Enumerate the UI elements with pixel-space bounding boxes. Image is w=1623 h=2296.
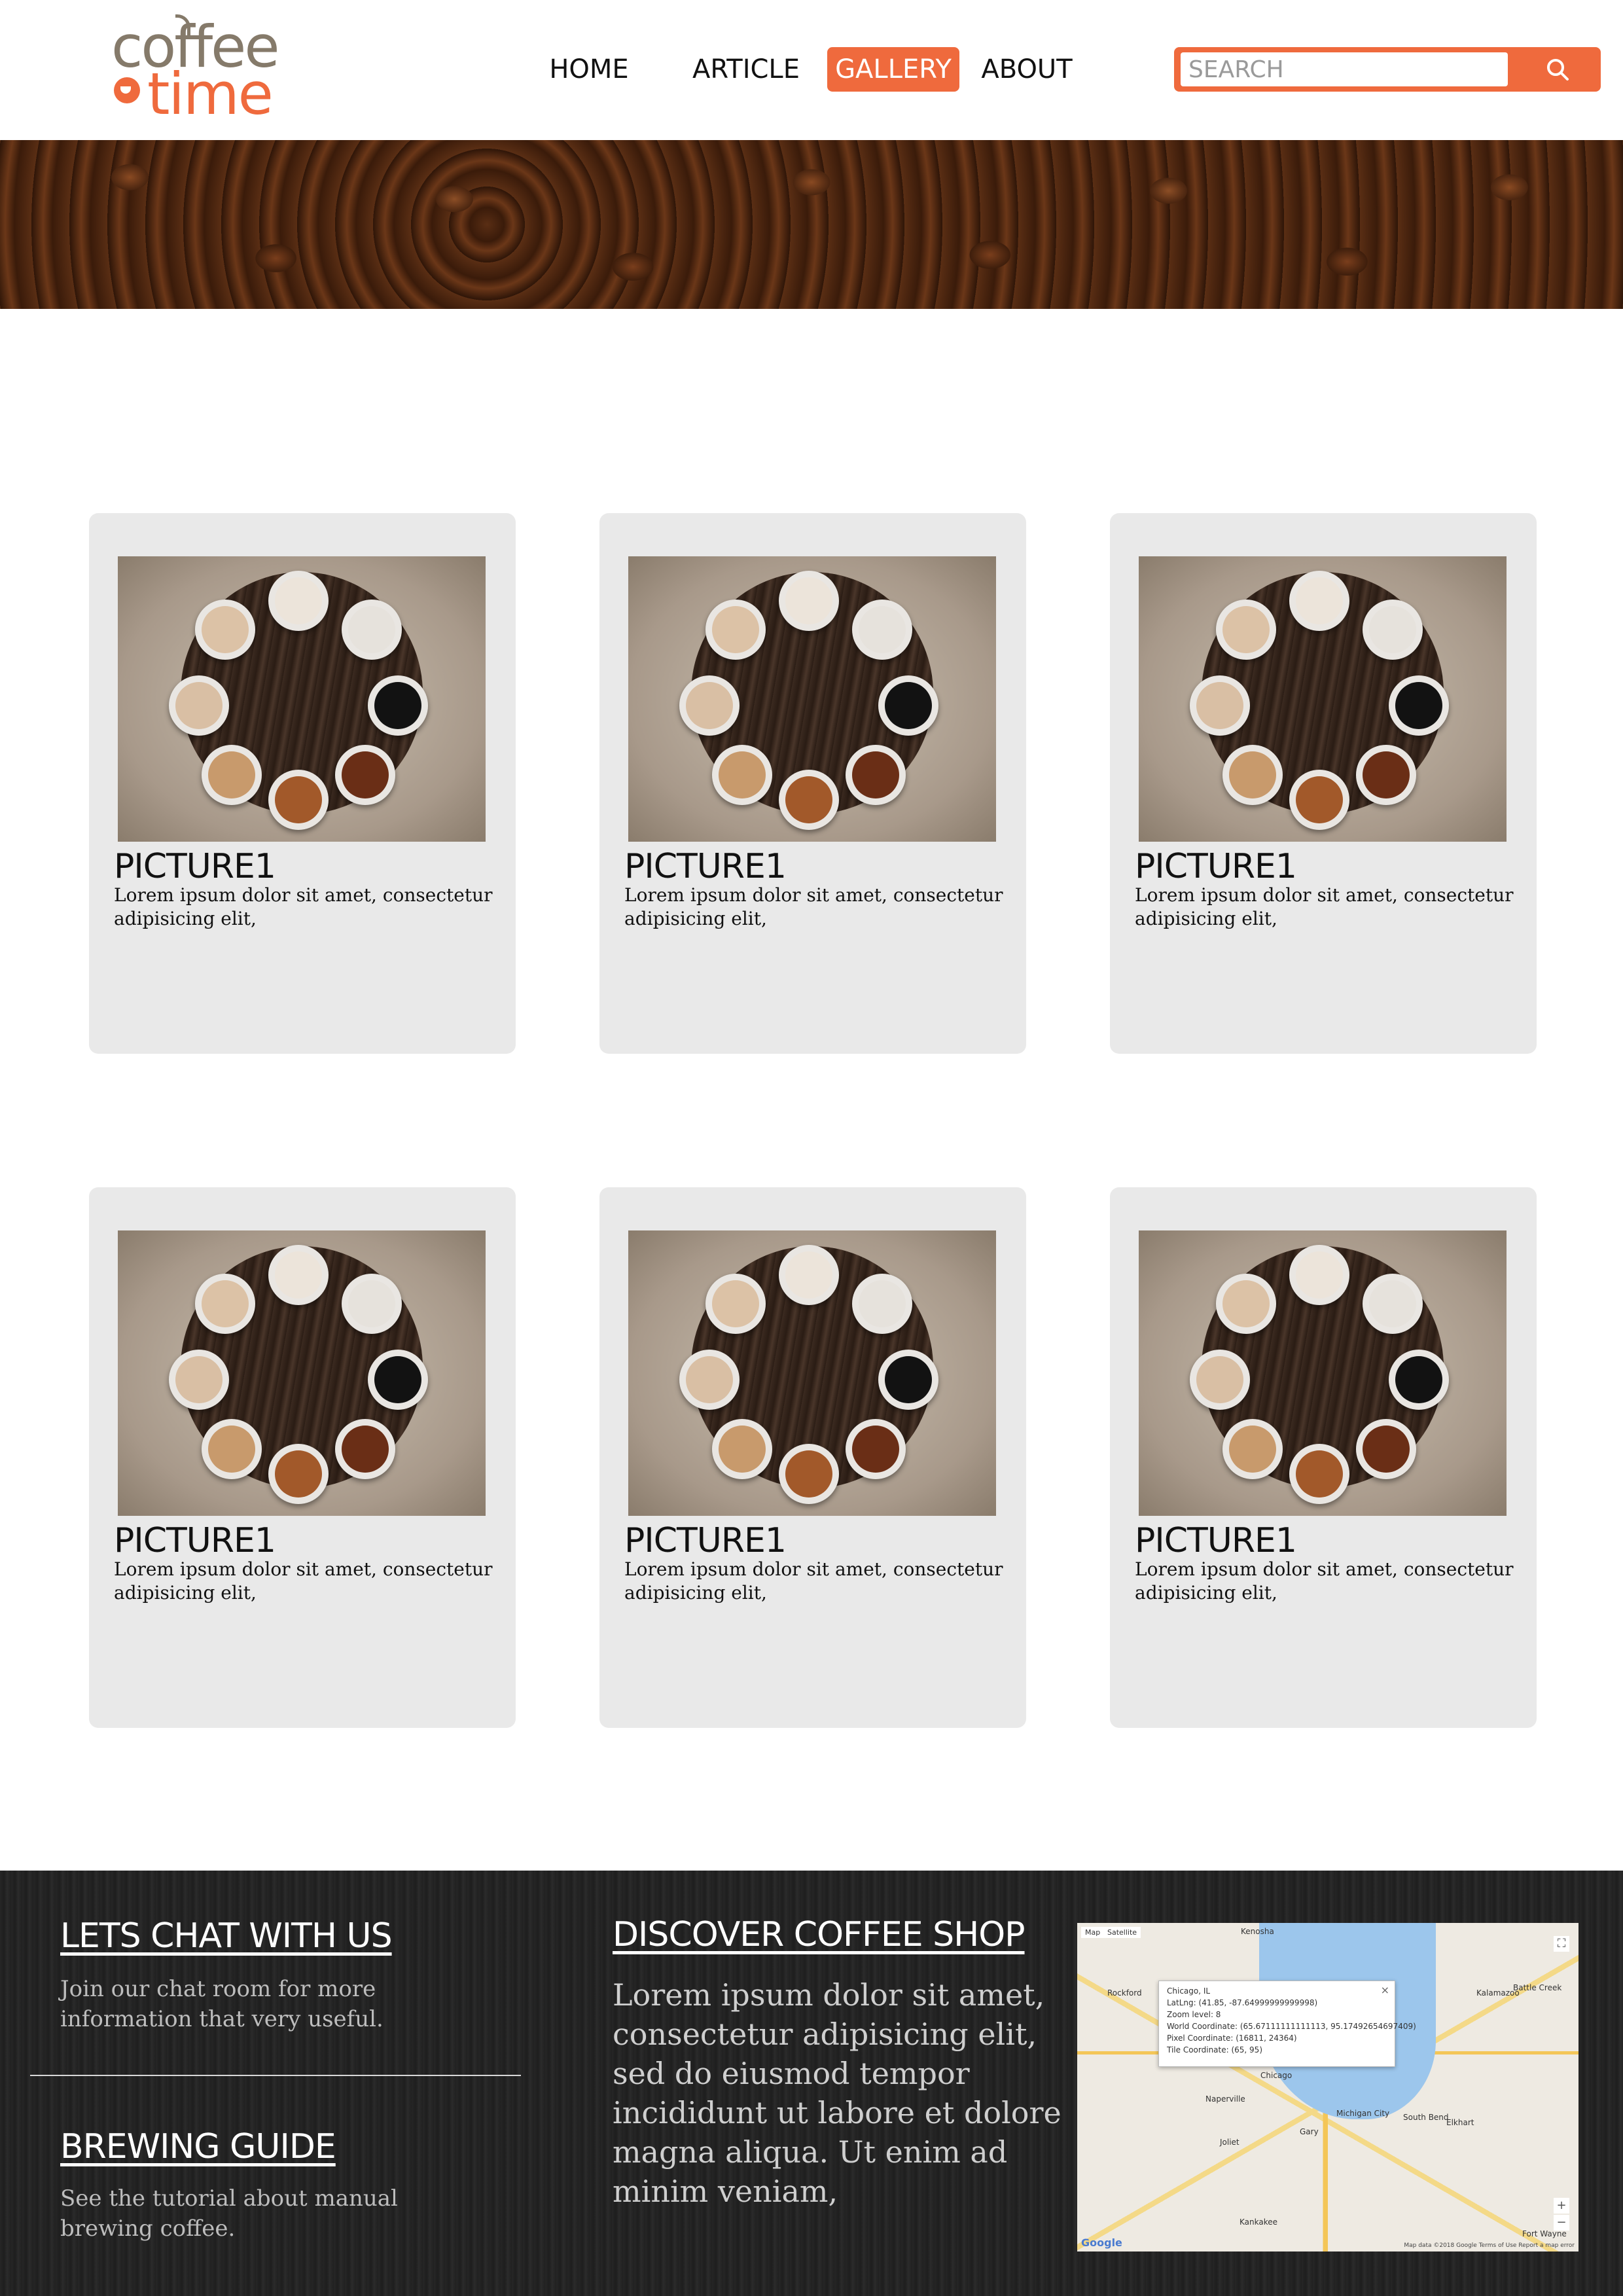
gallery-card[interactable]: PICTURE1 Lorem ipsum dolor sit amet, con… (1110, 513, 1537, 1054)
map-city-label: Chicago (1260, 2071, 1293, 2080)
gallery-card[interactable]: PICTURE1 Lorem ipsum dolor sit amet, con… (1110, 1187, 1537, 1728)
map-info-window: × Chicago, IL LatLng: (41.85, -87.649999… (1158, 1981, 1416, 2067)
popup-line: Chicago, IL (1167, 1986, 1211, 1996)
map-city-label: Kankakee (1240, 2217, 1277, 2227)
logo-word-time: time (147, 60, 274, 128)
search-bar (1174, 47, 1601, 92)
popup-line: LatLng: (41.85, -87.64999999999998) (1167, 1998, 1318, 2007)
map-city-label: South Bend (1403, 2113, 1449, 2122)
gallery-card[interactable]: PICTURE1 Lorem ipsum dolor sit amet, con… (89, 1187, 516, 1728)
close-icon[interactable]: × (1381, 1984, 1389, 1996)
coffee-time-logo[interactable]: coffee time (111, 14, 281, 128)
site-header: coffee time HOME ARTICLE GALLERY ABOUT (0, 0, 1623, 140)
popup-line: Tile Coordinate: (65, 95) (1167, 2045, 1262, 2054)
nav-home[interactable]: HOME (543, 47, 635, 92)
popup-line: World Coordinate: (65.67111111111113, 95… (1167, 2022, 1416, 2031)
map-city-label: Battle Creek (1513, 1983, 1562, 1992)
gallery-card[interactable]: PICTURE1 Lorem ipsum dolor sit amet, con… (599, 1187, 1026, 1728)
map-city-label: Kenosha (1241, 1927, 1274, 1936)
coffee-beans-banner (0, 140, 1623, 309)
popup-line: Pixel Coordinate: (16811, 24364) (1167, 2034, 1297, 2043)
coffee-cups-photo (118, 556, 486, 842)
card-description: Lorem ipsum dolor sit amet, consectetur … (1135, 1558, 1514, 1604)
chat-description: Join our chat room for more information … (60, 1976, 383, 2032)
zoom-out-button[interactable]: − (1554, 2215, 1569, 2231)
coffee-cups-photo (1139, 1230, 1507, 1516)
map-city-label: Fort Wayne (1522, 2229, 1567, 2238)
brewing-description: See the tutorial about manual brewing co… (60, 2185, 398, 2242)
gallery-card[interactable]: PICTURE1 Lorem ipsum dolor sit amet, con… (599, 513, 1026, 1054)
google-logo: Google (1081, 2236, 1122, 2249)
nav-about[interactable]: ABOUT (979, 47, 1075, 92)
discover-description: Lorem ipsum dolor sit amet, consectetur … (613, 1977, 1061, 2209)
card-description: Lorem ipsum dolor sit amet, consectetur … (1135, 884, 1514, 929)
map-city-label: Rockford (1107, 1988, 1142, 1998)
search-button[interactable] (1514, 47, 1601, 92)
footer-divider (30, 2075, 521, 2076)
card-title: PICTURE1 (114, 847, 276, 886)
coffee-cups-photo (1139, 556, 1507, 842)
coffee-cups-photo (118, 1230, 486, 1516)
brewing-guide-link[interactable]: BREWING GUIDE (60, 2130, 336, 2164)
map-city-label: Michigan City (1336, 2109, 1390, 2118)
search-icon (1547, 59, 1569, 81)
map-city-label: Joliet (1220, 2138, 1240, 2147)
map-tab-satellite[interactable]: Satellite (1103, 1927, 1141, 1938)
fullscreen-icon[interactable]: ⛶ (1554, 1936, 1569, 1952)
map-attribution: Map data ©2018 Google Terms of Use Repor… (1404, 2242, 1575, 2249)
zoom-in-button[interactable]: + (1554, 2198, 1569, 2214)
popup-line: Zoom level: 8 (1167, 2010, 1221, 2019)
nav-gallery[interactable]: GALLERY (827, 47, 959, 92)
card-title: PICTURE1 (1135, 847, 1297, 886)
discover-coffee-shop-link[interactable]: DISCOVER COFFEE SHOP (613, 1918, 1025, 1952)
card-description: Lorem ipsum dolor sit amet, consectetur … (114, 884, 493, 929)
card-description: Lorem ipsum dolor sit amet, consectetur … (624, 884, 1003, 929)
chat-heading-link[interactable]: LETS CHAT WITH US (60, 1919, 393, 1953)
location-map[interactable]: Map Satellite Kenosha Rockford Napervill… (1077, 1923, 1578, 2251)
nav-article[interactable]: ARTICLE (687, 47, 805, 92)
card-title: PICTURE1 (624, 1521, 787, 1560)
map-city-label: Naperville (1205, 2094, 1245, 2104)
map-tab-map[interactable]: Map (1081, 1927, 1105, 1938)
cup-icon (114, 77, 140, 103)
card-title: PICTURE1 (624, 847, 787, 886)
coffee-cups-photo (628, 556, 996, 842)
gallery-card[interactable]: PICTURE1 Lorem ipsum dolor sit amet, con… (89, 513, 516, 1054)
coffee-cups-photo (628, 1230, 996, 1516)
map-city-label: Gary (1300, 2127, 1319, 2136)
card-description: Lorem ipsum dolor sit amet, consectetur … (114, 1558, 493, 1604)
card-title: PICTURE1 (1135, 1521, 1297, 1560)
card-title: PICTURE1 (114, 1521, 276, 1560)
card-description: Lorem ipsum dolor sit amet, consectetur … (624, 1558, 1003, 1604)
search-input[interactable] (1181, 52, 1508, 86)
map-city-label: Elkhart (1446, 2118, 1474, 2127)
